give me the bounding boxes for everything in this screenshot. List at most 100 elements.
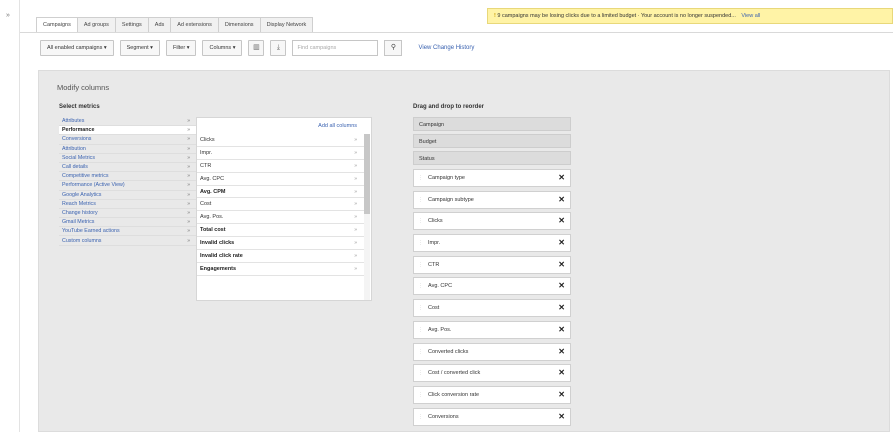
- selected-column-item[interactable]: ⋮ Cost / converted click ✕: [413, 364, 571, 383]
- selected-column-item[interactable]: ⋮ Click conversion rate ✕: [413, 385, 571, 404]
- add-all-columns-link[interactable]: Add all columns: [318, 123, 357, 129]
- add-metric-icon[interactable]: »: [354, 150, 357, 156]
- drag-handle-icon[interactable]: ⋮: [418, 240, 423, 246]
- tab-dimensions[interactable]: Dimensions: [217, 17, 261, 32]
- drag-handle-icon[interactable]: ⋮: [418, 283, 423, 289]
- remove-column-icon[interactable]: ✕: [558, 412, 565, 421]
- metric-item[interactable]: Invalid click rate »: [197, 250, 365, 263]
- metric-category-item[interactable]: Gmail Metrics »: [59, 218, 196, 228]
- selected-column-item[interactable]: ⋮ Avg. CPC ✕: [413, 277, 571, 296]
- selected-column-item[interactable]: ⋮ Avg. Pos. ✕: [413, 320, 571, 339]
- add-metric-icon[interactable]: »: [354, 253, 357, 259]
- metric-category-item[interactable]: Attribution »: [59, 144, 196, 154]
- selected-column-item[interactable]: ⋮ Campaign subtype ✕: [413, 190, 571, 209]
- metric-category-item[interactable]: Performance »: [59, 126, 196, 136]
- metric-category-item[interactable]: Custom columns »: [59, 236, 196, 246]
- add-metric-icon[interactable]: »: [354, 201, 357, 207]
- tab-ad-extensions[interactable]: Ad extensions: [170, 17, 219, 32]
- selected-column-item[interactable]: ⋮ Converted clicks ✕: [413, 342, 571, 361]
- drag-handle-icon[interactable]: ⋮: [418, 414, 423, 420]
- metric-category-item[interactable]: Performance (Active View) »: [59, 181, 196, 191]
- drag-handle-icon[interactable]: ⋮: [418, 349, 423, 355]
- metric-category-item[interactable]: Conversions »: [59, 135, 196, 145]
- metric-category-item[interactable]: Attributes »: [59, 117, 196, 127]
- metric-item[interactable]: Cost »: [197, 198, 365, 212]
- drag-handle-icon[interactable]: ⋮: [418, 327, 423, 333]
- expand-arrow-icon[interactable]: »: [6, 12, 10, 19]
- selected-column-item[interactable]: ⋮ Conversions ✕: [413, 407, 571, 426]
- metric-item[interactable]: Avg. Pos. »: [197, 211, 365, 225]
- drag-handle-icon[interactable]: ⋮: [418, 262, 423, 268]
- remove-column-icon[interactable]: ✕: [558, 260, 565, 269]
- tab-settings[interactable]: Settings: [114, 17, 149, 32]
- add-metric-icon[interactable]: »: [354, 240, 357, 246]
- view-all-link[interactable]: View all: [741, 13, 760, 19]
- metric-item[interactable]: Engagements »: [197, 263, 365, 276]
- selected-column-label: Click conversion rate: [428, 391, 480, 398]
- drag-handle-icon[interactable]: ⋮: [418, 392, 423, 398]
- columns-dropdown[interactable]: Columns ▾: [202, 40, 243, 56]
- add-metric-icon[interactable]: »: [354, 227, 357, 233]
- add-metric-icon[interactable]: »: [354, 163, 357, 169]
- add-metric-icon[interactable]: »: [354, 266, 357, 272]
- metric-item[interactable]: Impr. »: [197, 147, 365, 160]
- chevron-right-icon: »: [187, 136, 190, 143]
- add-metric-icon[interactable]: »: [354, 176, 357, 182]
- metric-scrollbar[interactable]: [364, 134, 370, 300]
- tab-ad-groups[interactable]: Ad groups: [76, 17, 116, 32]
- chart-icon[interactable]: ▥: [248, 40, 265, 56]
- metric-category-item[interactable]: Change history »: [59, 208, 196, 219]
- chevron-right-icon: »: [187, 173, 190, 180]
- tab-display-network[interactable]: Display Network: [259, 17, 314, 32]
- metric-item[interactable]: Invalid clicks »: [197, 237, 365, 251]
- selected-column-item[interactable]: ⋮ CTR ✕: [413, 255, 571, 274]
- metric-item[interactable]: Avg. CPC »: [197, 173, 365, 186]
- metric-item[interactable]: CTR »: [197, 160, 365, 173]
- scroll-thumb[interactable]: [364, 134, 370, 214]
- drag-handle-icon[interactable]: ⋮: [418, 305, 423, 311]
- add-metric-icon[interactable]: »: [354, 137, 357, 143]
- tab-campaigns[interactable]: Campaigns: [36, 17, 78, 33]
- remove-column-icon[interactable]: ✕: [558, 282, 565, 290]
- selected-column-item[interactable]: ⋮ Clicks ✕: [413, 212, 571, 231]
- selected-column-item[interactable]: ⋮ Cost ✕: [413, 299, 571, 318]
- campaign-status-dropdown[interactable]: All enabled campaigns ▾: [40, 40, 114, 56]
- download-icon[interactable]: ⤓: [270, 40, 287, 56]
- remove-column-icon[interactable]: ✕: [558, 195, 565, 204]
- drag-handle-icon[interactable]: ⋮: [418, 370, 423, 376]
- metric-category-item[interactable]: Call details »: [59, 162, 196, 173]
- reorder-heading: Drag and drop to reorder: [413, 104, 485, 110]
- metric-category-label: Performance (Active View): [62, 182, 125, 189]
- add-metric-icon[interactable]: »: [354, 189, 357, 195]
- drag-handle-icon[interactable]: ⋮: [418, 175, 423, 181]
- segment-dropdown[interactable]: Segment ▾: [119, 40, 160, 56]
- metric-category-item[interactable]: YouTube Earned actions »: [59, 227, 196, 237]
- selected-column-item[interactable]: ⋮ Impr. ✕: [413, 234, 571, 253]
- metric-category-item[interactable]: Social Metrics »: [59, 153, 196, 163]
- selected-column-item[interactable]: ⋮ Campaign type ✕: [413, 169, 571, 187]
- remove-column-icon[interactable]: ✕: [558, 217, 565, 225]
- metric-category-item[interactable]: Competitive metrics »: [59, 172, 196, 182]
- remove-column-icon[interactable]: ✕: [558, 325, 565, 334]
- search-input[interactable]: [292, 40, 379, 56]
- remove-column-icon[interactable]: ✕: [558, 390, 565, 399]
- remove-column-icon[interactable]: ✕: [558, 304, 565, 312]
- metric-label: Engagements: [200, 265, 237, 272]
- drag-handle-icon[interactable]: ⋮: [418, 218, 423, 224]
- metric-item[interactable]: Avg. CPM »: [197, 186, 365, 199]
- metric-category-item[interactable]: Reach Metrics »: [59, 199, 196, 209]
- search-icon[interactable]: ⚲: [384, 40, 403, 56]
- metric-item[interactable]: Clicks »: [197, 134, 365, 147]
- view-change-history-link[interactable]: View Change History: [418, 45, 474, 51]
- metric-item[interactable]: Total cost »: [197, 224, 365, 238]
- metric-category-item[interactable]: Google Analytics »: [59, 190, 196, 200]
- tab-ads[interactable]: Ads: [147, 17, 172, 32]
- add-metric-icon[interactable]: »: [354, 214, 357, 220]
- remove-column-icon[interactable]: ✕: [558, 347, 565, 356]
- filter-dropdown[interactable]: Filter ▾: [165, 40, 197, 56]
- remove-column-icon[interactable]: ✕: [558, 239, 565, 247]
- remove-column-icon[interactable]: ✕: [558, 369, 565, 377]
- remove-column-icon[interactable]: ✕: [558, 174, 565, 182]
- notice-text: 9 campaigns may be losing clicks due to …: [497, 13, 736, 19]
- drag-handle-icon[interactable]: ⋮: [418, 197, 423, 203]
